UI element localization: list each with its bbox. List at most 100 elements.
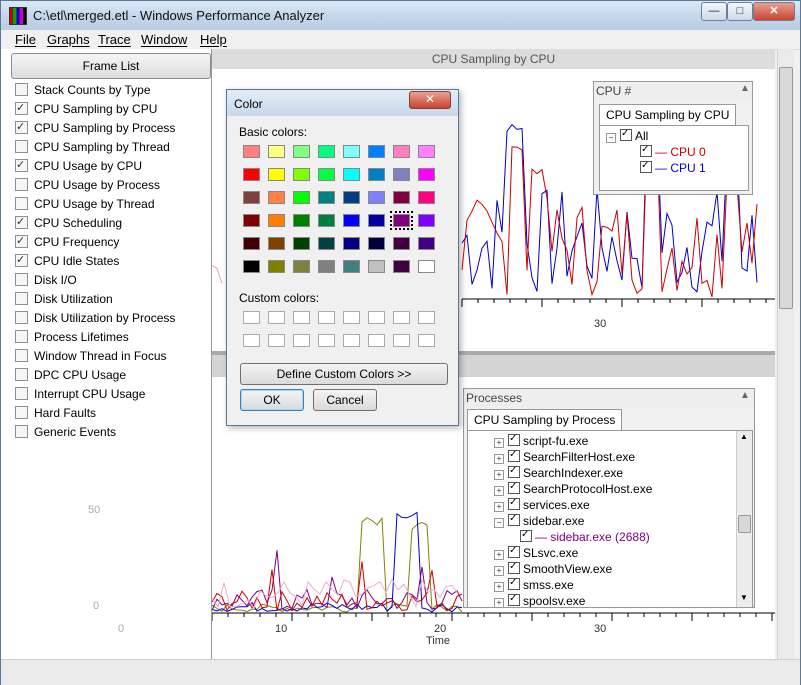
graph-checkbox[interactable]: [15, 406, 28, 419]
menu-window[interactable]: Window: [141, 32, 187, 47]
tree-checkbox[interactable]: [520, 527, 532, 543]
close-button[interactable]: ✕: [753, 2, 795, 21]
color-swatch[interactable]: [393, 145, 410, 158]
custom-color-swatch[interactable]: [343, 334, 360, 347]
color-swatch[interactable]: [318, 237, 335, 250]
graph-item[interactable]: Window Thread in Focus: [15, 347, 167, 365]
graph-checkbox[interactable]: [15, 330, 28, 343]
dialog-close-button[interactable]: ✕: [409, 91, 451, 109]
graph-item[interactable]: CPU Usage by Thread: [15, 195, 155, 213]
graph-item[interactable]: CPU Sampling by Process: [15, 118, 175, 137]
graph-item[interactable]: Hard Faults: [15, 404, 96, 422]
color-swatch[interactable]: [368, 260, 385, 273]
expand-tree-icon[interactable]: +: [494, 454, 504, 464]
custom-color-swatch[interactable]: [393, 311, 410, 324]
expand-tree-icon[interactable]: +: [494, 598, 504, 607]
graph-checkbox[interactable]: [15, 425, 28, 438]
custom-color-swatch[interactable]: [243, 311, 260, 324]
color-swatch[interactable]: [318, 145, 335, 158]
color-swatch[interactable]: [368, 168, 385, 181]
custom-color-swatch[interactable]: [418, 334, 435, 347]
color-swatch[interactable]: [268, 145, 285, 158]
color-swatch[interactable]: [343, 168, 360, 181]
collapse-tree-icon[interactable]: −: [494, 518, 504, 528]
ok-button[interactable]: OK: [240, 389, 304, 411]
tab-cpu-sampling-by-cpu[interactable]: CPU Sampling by CPU: [599, 104, 737, 125]
color-swatch[interactable]: [343, 145, 360, 158]
menu-help[interactable]: Help: [200, 32, 227, 47]
graph-checkbox[interactable]: [15, 273, 28, 286]
cpu-tree-cpu1[interactable]: — CPU 1: [640, 158, 706, 176]
vertical-scrollbar[interactable]: [777, 49, 794, 659]
graph-item[interactable]: Disk Utilization by Process: [15, 309, 175, 327]
color-swatch[interactable]: [318, 191, 335, 204]
graph-item[interactable]: Disk I/O: [15, 271, 77, 289]
cpu-tree-cpu0[interactable]: — CPU 0: [640, 142, 706, 160]
process-tree-scrollbar[interactable]: ▲ ▼: [736, 431, 752, 607]
define-custom-colors-button[interactable]: Define Custom Colors >>: [240, 363, 448, 385]
color-swatch[interactable]: [268, 191, 285, 204]
color-swatch[interactable]: [293, 260, 310, 273]
expand-tree-icon[interactable]: +: [494, 438, 504, 448]
process-tree-item[interactable]: + smss.exe: [494, 575, 574, 593]
graph-item[interactable]: DPC CPU Usage: [15, 366, 126, 384]
custom-color-swatch[interactable]: [268, 311, 285, 324]
tree-checkbox[interactable]: [508, 463, 520, 479]
expand-tree-icon[interactable]: +: [494, 566, 504, 576]
tree-checkbox[interactable]: [640, 142, 652, 158]
custom-color-swatch[interactable]: [418, 311, 435, 324]
custom-color-swatch[interactable]: [318, 311, 335, 324]
graph-checkbox[interactable]: [15, 349, 28, 362]
custom-color-swatch[interactable]: [368, 311, 385, 324]
color-swatch[interactable]: [318, 168, 335, 181]
color-swatch[interactable]: [293, 237, 310, 250]
graph-checkbox[interactable]: [15, 178, 28, 191]
scroll-up-icon[interactable]: ▲: [740, 432, 748, 441]
color-swatch[interactable]: [293, 145, 310, 158]
expand-tree-icon[interactable]: +: [494, 582, 504, 592]
color-swatch[interactable]: [243, 191, 260, 204]
color-swatch[interactable]: [243, 214, 260, 227]
color-swatch[interactable]: [343, 237, 360, 250]
collapse-tree-icon[interactable]: −: [606, 133, 616, 143]
menu-file[interactable]: File: [15, 32, 36, 47]
color-swatch[interactable]: [418, 145, 435, 158]
minimize-button[interactable]: —: [701, 2, 727, 21]
vertical-scroll-thumb[interactable]: [779, 67, 793, 309]
graph-checkbox[interactable]: [15, 99, 28, 117]
cancel-button[interactable]: Cancel: [313, 389, 377, 411]
tab-cpu-sampling-by-process[interactable]: CPU Sampling by Process: [467, 409, 623, 430]
graph-checkbox[interactable]: [15, 387, 28, 400]
graph-item[interactable]: CPU Sampling by CPU: [15, 99, 157, 118]
expand-tree-icon[interactable]: +: [494, 550, 504, 560]
color-swatch[interactable]: [268, 168, 285, 181]
tree-checkbox[interactable]: [640, 158, 652, 174]
graph-item[interactable]: CPU Frequency: [15, 232, 119, 251]
graph-checkbox[interactable]: [15, 156, 28, 174]
tree-checkbox[interactable]: [508, 479, 520, 495]
process-tree-scroll-thumb[interactable]: [738, 515, 751, 533]
graph-item[interactable]: CPU Scheduling: [15, 213, 122, 232]
graph-checkbox[interactable]: [15, 83, 28, 96]
color-swatch[interactable]: [293, 214, 310, 227]
color-swatch[interactable]: [343, 191, 360, 204]
color-swatch[interactable]: [418, 214, 435, 227]
color-swatch[interactable]: [393, 168, 410, 181]
color-swatch[interactable]: [293, 191, 310, 204]
custom-color-swatch[interactable]: [293, 334, 310, 347]
process-tree-item[interactable]: + SLsvc.exe: [494, 543, 578, 561]
maximize-button[interactable]: □: [727, 2, 753, 21]
custom-color-swatch[interactable]: [318, 334, 335, 347]
color-swatch[interactable]: [368, 237, 385, 250]
color-swatch[interactable]: [418, 237, 435, 250]
color-swatch[interactable]: [243, 168, 260, 181]
graph-item[interactable]: CPU Usage by Process: [15, 176, 160, 194]
process-tree-item[interactable]: − sidebar.exe: [494, 511, 584, 529]
color-swatch[interactable]: [243, 145, 260, 158]
tree-checkbox[interactable]: [508, 575, 520, 591]
graph-checkbox[interactable]: [15, 368, 28, 381]
custom-color-swatch[interactable]: [368, 334, 385, 347]
tree-checkbox[interactable]: [508, 431, 520, 447]
color-swatch[interactable]: [418, 168, 435, 181]
color-swatch[interactable]: [293, 168, 310, 181]
